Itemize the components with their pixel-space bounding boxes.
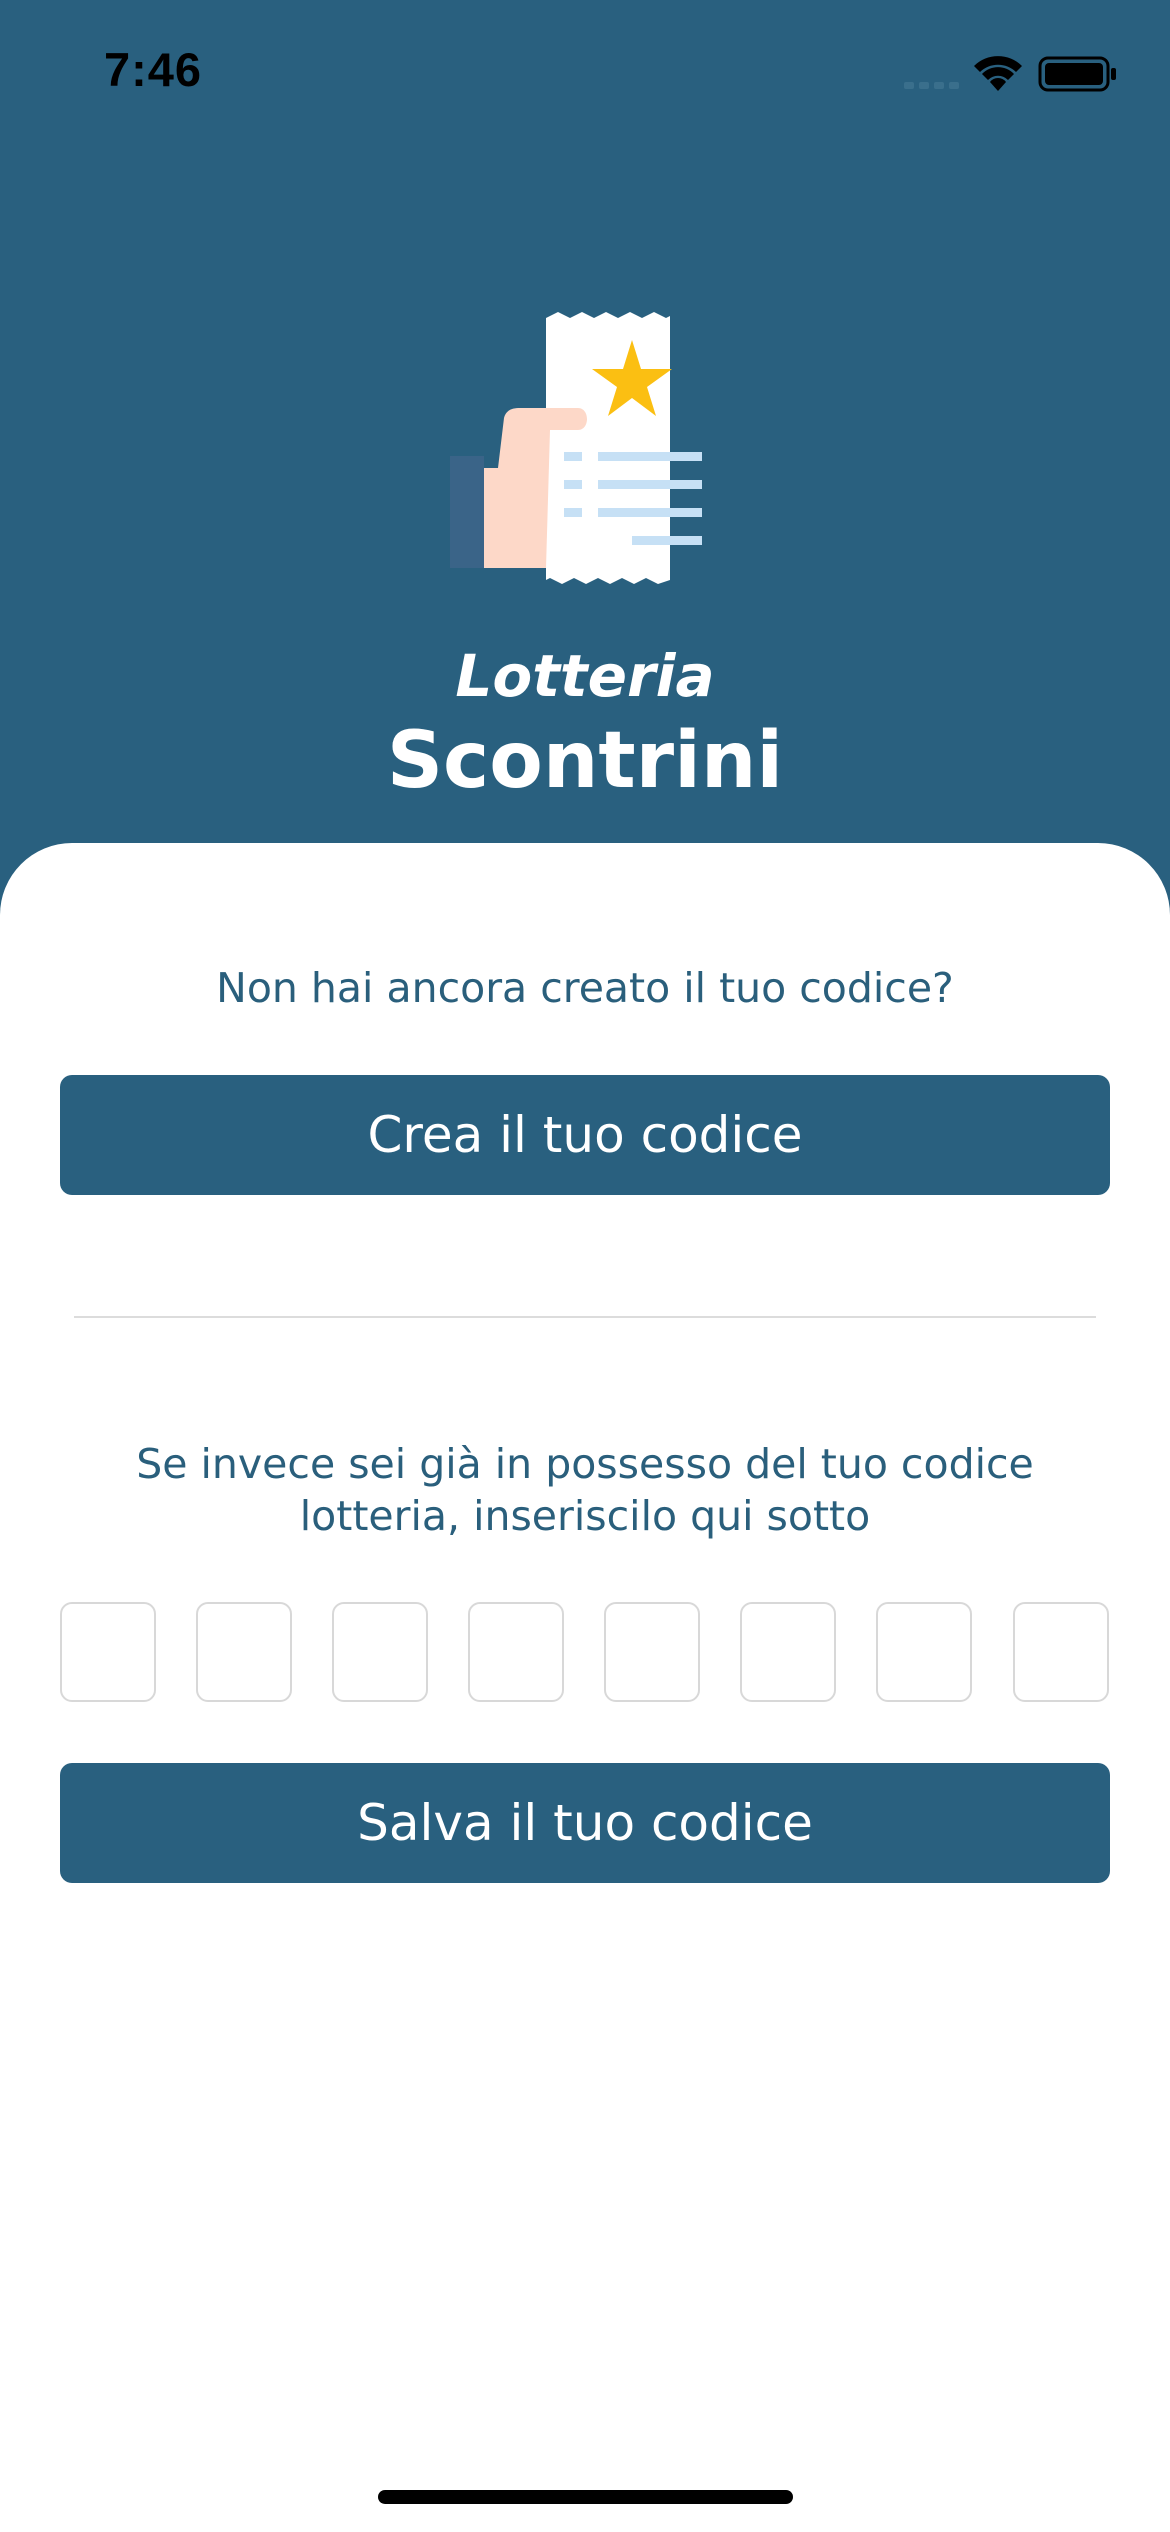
code-input-cell-4[interactable] bbox=[468, 1602, 564, 1702]
code-input-cell-1[interactable] bbox=[60, 1602, 156, 1702]
home-indicator[interactable] bbox=[378, 2490, 793, 2504]
create-code-button-label: Crea il tuo codice bbox=[367, 1106, 803, 1164]
code-input-cell-2[interactable] bbox=[196, 1602, 292, 1702]
status-bar: 7:46 bbox=[0, 0, 1170, 140]
create-code-prompt: Non hai ancora creato il tuo codice? bbox=[216, 964, 954, 1012]
signal-icon bbox=[904, 82, 959, 89]
section-divider bbox=[74, 1316, 1096, 1318]
status-time: 7:46 bbox=[104, 43, 203, 96]
create-code-button[interactable]: Crea il tuo codice bbox=[60, 1075, 1110, 1195]
code-input-cell-6[interactable] bbox=[740, 1602, 836, 1702]
app-title-main: Scontrini bbox=[386, 716, 784, 806]
code-input-cell-3[interactable] bbox=[332, 1602, 428, 1702]
wifi-icon bbox=[974, 56, 1022, 91]
save-code-button[interactable]: Salva il tuo codice bbox=[60, 1763, 1110, 1883]
code-input-cell-5[interactable] bbox=[604, 1602, 700, 1702]
code-input-cell-7[interactable] bbox=[876, 1602, 972, 1702]
battery-icon bbox=[1038, 56, 1116, 92]
existing-code-prompt-line1: Se invece sei già in possesso del tuo co… bbox=[136, 1440, 1034, 1488]
code-input-cell-8[interactable] bbox=[1013, 1602, 1109, 1702]
existing-code-prompt-line2: lotteria, inseriscilo qui sotto bbox=[299, 1492, 871, 1540]
app-title-top: Lotteria bbox=[455, 642, 715, 710]
existing-code-prompt: Se invece sei già in possesso del tuo co… bbox=[0, 1438, 1170, 1542]
save-code-button-label: Salva il tuo codice bbox=[357, 1794, 813, 1852]
receipt-illustration-icon bbox=[450, 312, 702, 584]
